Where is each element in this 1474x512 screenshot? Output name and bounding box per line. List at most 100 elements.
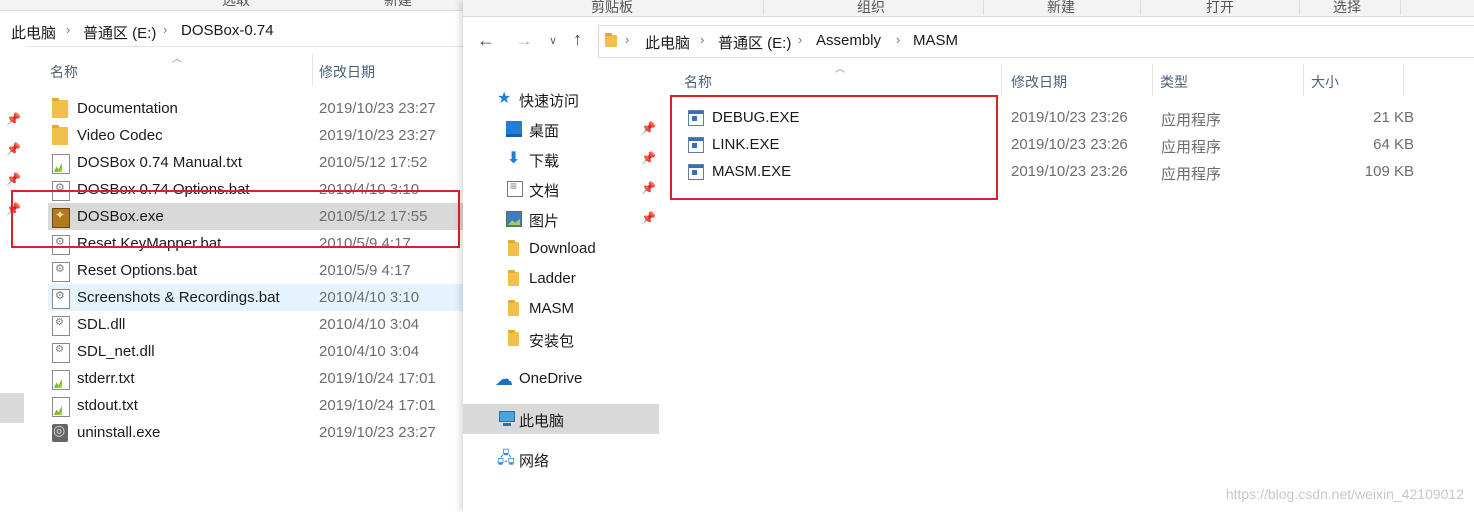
file-date: 2019/10/23 23:26 [1011,136,1128,153]
ribbon-group-open[interactable]: 打开 [1206,0,1234,17]
chevron-right-icon[interactable]: › [700,32,704,47]
file-type: 应用程序 [1161,139,1222,156]
file-row[interactable]: Documentation 2019/10/23 23:27 [48,95,463,122]
file-row[interactable]: uninstall.exe 2019/10/23 23:27 [48,419,463,446]
column-divider[interactable] [1403,64,1404,96]
uninstall-icon [52,422,68,442]
pin-icon[interactable]: 📌 [6,112,21,126]
pin-icon[interactable]: 📌 [641,151,656,165]
file-date: 2010/4/10 3:04 [319,343,420,360]
nav-item-label: 下载 [529,153,560,170]
batch-file-icon [52,262,70,282]
breadcrumb-drive-e[interactable]: 普通区 (E:) [718,32,791,53]
ribbon-divider [983,0,984,15]
file-row[interactable]: SDL_net.dll 2010/4/10 3:04 [48,338,463,365]
file-name: DOSBox 0.74 Manual.txt [77,154,243,171]
chevron-right-icon[interactable]: › [798,32,802,47]
column-header-size[interactable]: 大小 [1311,72,1339,92]
file-row[interactable]: Reset Options.bat 2010/5/9 4:17 [48,257,463,284]
pin-icon[interactable]: 📌 [641,181,656,195]
ribbon-tab-select[interactable]: 选取 [222,0,250,10]
back-arrow-icon[interactable]: ← [477,30,495,51]
nav-item-network[interactable]: 🖧 网络 [463,444,659,474]
file-date: 2019/10/24 17:01 [319,370,436,387]
left-explorer-window: 选取 新建 此电脑 › 普通区 (E:) › DOSBox-0.74 📌 📌 📌… [0,0,463,512]
right-ribbon: 剪贴板 组织 新建 打开 选择 [463,0,1474,17]
file-date: 2010/4/10 3:10 [319,289,420,306]
column-divider[interactable] [1001,64,1002,96]
nav-item-ladder-folder[interactable]: Ladder [463,264,659,294]
column-header-type[interactable]: 类型 [1160,72,1188,92]
nav-item-masm-folder[interactable]: MASM [463,294,659,324]
file-row[interactable]: SDL.dll 2010/4/10 3:04 [48,311,463,338]
nav-item-quick-access[interactable]: ★ 快速访问 [463,84,659,114]
up-arrow-icon[interactable]: ↑ [573,29,582,50]
chevron-right-icon[interactable]: › [66,22,70,37]
forward-arrow-icon[interactable]: → [515,30,533,51]
file-row[interactable]: stdout.txt 2019/10/24 17:01 [48,392,463,419]
folder-icon [52,125,68,145]
file-name: Video Codec [77,127,163,144]
dll-file-icon [52,316,70,336]
file-date: 2019/10/23 23:26 [1011,109,1128,126]
file-name: SDL_net.dll [77,343,155,360]
document-icon [507,179,523,197]
nav-item-label: 桌面 [529,123,560,140]
ribbon-group-clipboard[interactable]: 剪贴板 [591,0,633,17]
file-date: 2019/10/23 23:26 [1011,163,1128,180]
left-address-bar[interactable]: 此电脑 › 普通区 (E:) › DOSBox-0.74 [0,14,463,47]
left-nav-selected-item[interactable] [0,393,24,423]
nav-item-onedrive[interactable]: ☁ OneDrive [463,364,659,394]
file-size: 21 KB [1373,109,1414,126]
ribbon-group-select[interactable]: 选择 [1333,0,1361,17]
file-size: 64 KB [1373,136,1414,153]
breadcrumb-masm[interactable]: MASM [913,32,958,49]
right-address-bar[interactable]: › 此电脑 › 普通区 (E:) › Assembly › MASM [598,25,1474,58]
file-row[interactable]: DOSBox 0.74 Manual.txt 2010/5/12 17:52 [48,149,463,176]
folder-icon [508,330,519,346]
chevron-down-icon[interactable]: ∨ [549,34,557,47]
nav-item-downloads[interactable]: ⬇ 下载 📌 [463,144,659,174]
column-divider[interactable] [1303,64,1304,96]
breadcrumb-assembly[interactable]: Assembly [816,32,881,49]
ribbon-group-organize[interactable]: 组织 [857,0,885,17]
breadcrumb-this-pc[interactable]: 此电脑 [645,32,690,53]
column-header-date[interactable]: 修改日期 [1011,72,1067,92]
nav-item-documents[interactable]: 文档 📌 [463,174,659,204]
pin-icon[interactable]: 📌 [641,211,656,225]
nav-item-download-folder[interactable]: Download [463,234,659,264]
nav-item-installers-folder[interactable]: 安装包 [463,324,659,354]
ribbon-tab-new[interactable]: 新建 [384,0,412,10]
column-header-name[interactable]: 名称 [50,62,78,82]
sort-ascending-icon: ︿ [172,54,182,65]
nav-item-label: 图片 [529,213,560,230]
chevron-right-icon[interactable]: › [625,32,629,47]
file-row[interactable]: Video Codec 2019/10/23 23:27 [48,122,463,149]
file-row[interactable]: stderr.txt 2019/10/24 17:01 [48,365,463,392]
right-explorer-window: 剪贴板 组织 新建 打开 选择 ← → ∨ ↑ › 此电脑 › 普通区 (E:)… [463,0,1474,512]
column-divider[interactable] [1152,64,1153,96]
nav-item-pictures[interactable]: 图片 📌 [463,204,659,234]
nav-item-label: Ladder [529,270,576,287]
breadcrumb-dosbox-folder[interactable]: DOSBox-0.74 [181,22,274,39]
file-size: 109 KB [1364,163,1414,180]
pin-icon[interactable]: 📌 [6,142,21,156]
file-type: 应用程序 [1161,112,1222,129]
star-icon: ★ [497,90,512,107]
breadcrumb-this-pc[interactable]: 此电脑 [11,22,56,43]
nav-item-desktop[interactable]: 桌面 📌 [463,114,659,144]
breadcrumb-drive-e[interactable]: 普通区 (E:) [83,22,156,43]
ribbon-group-new[interactable]: 新建 [1047,0,1075,17]
pin-icon[interactable]: 📌 [641,121,656,135]
ribbon-divider [1299,0,1300,15]
nav-item-this-pc[interactable]: 此电脑 [463,404,659,434]
column-header-name[interactable]: 名称 [684,72,712,92]
left-nav-pane: 📌 📌 📌 📌 [0,46,26,512]
pin-icon[interactable]: 📌 [6,172,21,186]
column-header-date[interactable]: 修改日期 [319,62,375,82]
column-divider[interactable] [312,54,313,86]
chevron-right-icon[interactable]: › [163,22,167,37]
folder-icon [52,98,68,118]
file-row-hovered[interactable]: Screenshots & Recordings.bat 2010/4/10 3… [48,284,463,311]
chevron-right-icon[interactable]: › [896,32,900,47]
